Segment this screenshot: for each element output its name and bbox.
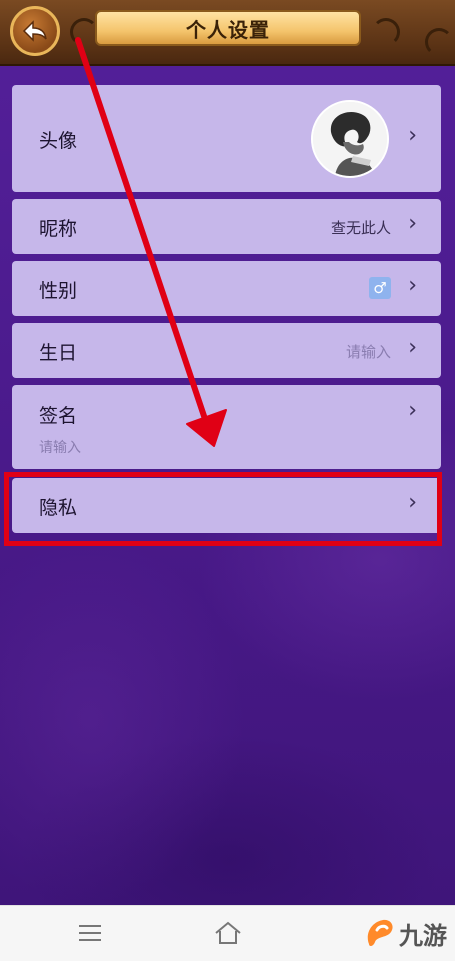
avatar-image bbox=[313, 102, 387, 176]
chevron-right-icon: › bbox=[408, 273, 417, 298]
settings-row-avatar[interactable]: 头像 › bbox=[12, 85, 441, 192]
home-button[interactable] bbox=[213, 920, 243, 946]
male-icon: ♂ bbox=[369, 277, 391, 299]
title-plate: 个人设置 bbox=[95, 10, 361, 46]
settings-row-signature[interactable]: 签名 请输入 › bbox=[12, 385, 441, 469]
watermark-text: 九游 bbox=[399, 921, 447, 950]
menu-icon bbox=[79, 925, 101, 941]
settings-row-nickname[interactable]: 昵称 查无此人 › bbox=[12, 199, 441, 254]
privacy-label: 隐私 bbox=[39, 497, 78, 519]
gender-label: 性别 bbox=[39, 280, 78, 302]
decor-curl-far-right bbox=[425, 28, 453, 56]
decor-curl-right bbox=[372, 18, 400, 46]
birthday-label: 生日 bbox=[39, 342, 78, 364]
chevron-right-icon: › bbox=[408, 490, 417, 515]
page-title: 个人设置 bbox=[186, 17, 270, 42]
chevron-right-icon: › bbox=[408, 398, 417, 423]
birthday-value: 请输入 bbox=[345, 343, 391, 361]
settings-row-birthday[interactable]: 生日 请输入 › bbox=[12, 323, 441, 378]
watermark: 九游 bbox=[363, 912, 447, 954]
signature-value: 请输入 bbox=[39, 440, 81, 456]
decor-curl-left bbox=[70, 18, 98, 46]
back-button[interactable] bbox=[10, 6, 60, 56]
chevron-right-icon: › bbox=[408, 211, 417, 236]
avatar-label: 头像 bbox=[39, 130, 78, 152]
header-bar: 个人设置 bbox=[0, 0, 455, 66]
nickname-value: 查无此人 bbox=[330, 219, 391, 237]
settings-row-privacy[interactable]: 隐私 › bbox=[12, 478, 441, 533]
chevron-right-icon: › bbox=[408, 335, 417, 360]
avatar[interactable] bbox=[311, 100, 389, 178]
nickname-label: 昵称 bbox=[39, 218, 78, 240]
settings-row-gender[interactable]: 性别 ♂ › bbox=[12, 261, 441, 316]
back-arrow-icon bbox=[22, 20, 47, 42]
jiuyou-logo-icon bbox=[367, 919, 393, 947]
menu-button[interactable] bbox=[75, 920, 105, 946]
signature-label: 签名 bbox=[39, 405, 78, 427]
home-icon bbox=[215, 921, 241, 944]
chevron-right-icon: › bbox=[408, 123, 417, 148]
